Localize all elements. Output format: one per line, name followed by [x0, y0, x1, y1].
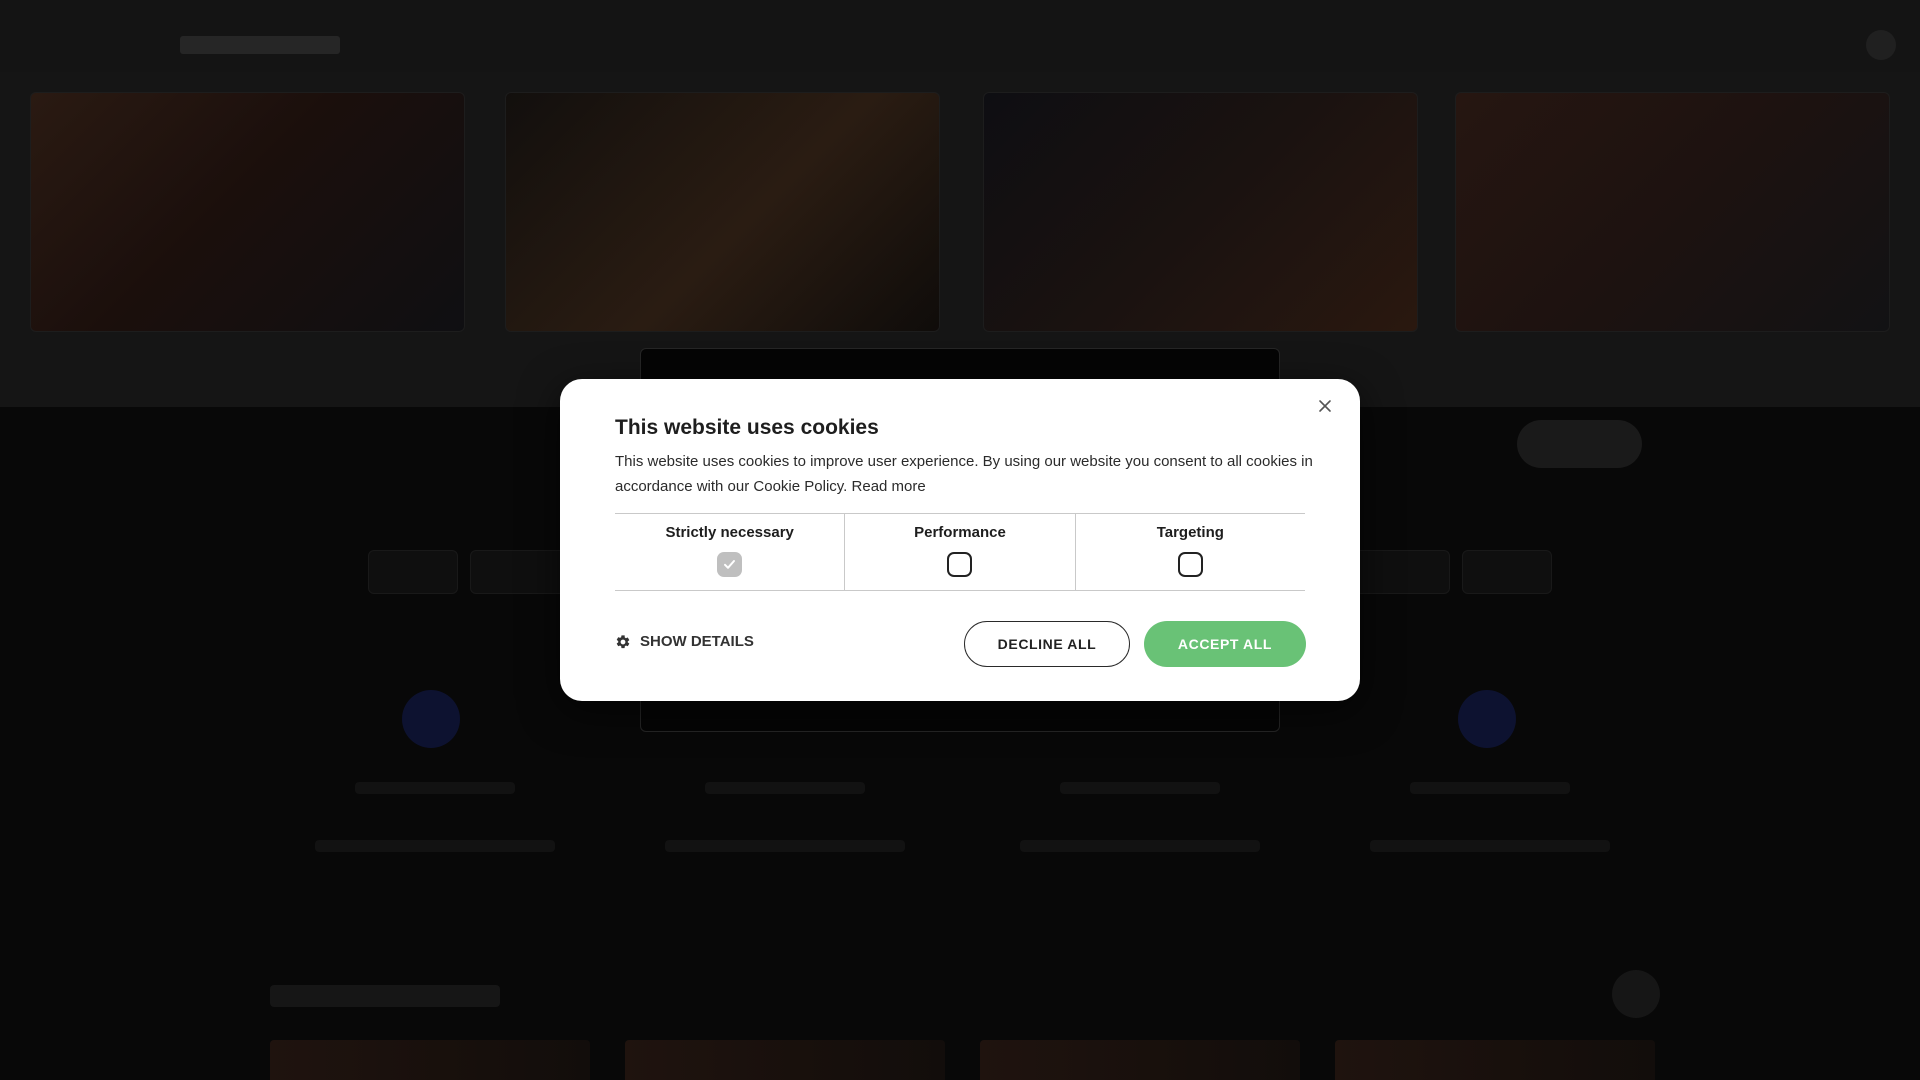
show-details-label: SHOW DETAILS: [640, 633, 754, 650]
dialog-title: This website uses cookies: [615, 416, 879, 439]
content-card: [980, 1040, 1300, 1080]
section-title: [270, 985, 500, 1007]
menu-button: [1866, 30, 1896, 60]
feature-title: [705, 782, 865, 794]
feature-text: [315, 840, 555, 852]
category-label: Strictly necessary: [665, 524, 794, 541]
site-logo: [180, 36, 340, 54]
content-card: [1335, 1040, 1655, 1080]
dialog-description: This website uses cookies to improve use…: [615, 449, 1315, 499]
gear-icon: [616, 634, 630, 648]
strictly-necessary-checkbox: [717, 552, 743, 577]
category-label: Targeting: [1156, 524, 1224, 541]
background-cta: [1517, 420, 1642, 468]
hero-tile: [983, 92, 1418, 332]
feature-icon: [402, 690, 460, 748]
carousel-button: [1612, 970, 1660, 1018]
feature-text: [1370, 840, 1610, 852]
filter-pill: [1462, 550, 1552, 594]
close-button[interactable]: [1314, 395, 1336, 417]
hero-tile: [505, 92, 940, 332]
filter-pill: [368, 550, 458, 594]
dialog-body-text: This website uses cookies to improve use…: [615, 453, 1313, 495]
content-card: [270, 1040, 590, 1080]
targeting-checkbox[interactable]: [1177, 552, 1203, 577]
cookie-categories: Strictly necessary Performance Targeting: [615, 513, 1305, 591]
read-more-link[interactable]: Read more: [852, 478, 926, 495]
feature-title: [1410, 782, 1570, 794]
hero-tile: [30, 92, 465, 332]
show-details-button[interactable]: SHOW DETAILS: [615, 633, 754, 650]
category-performance: Performance: [844, 514, 1074, 590]
feature-text: [665, 840, 905, 852]
feature-icon: [1458, 690, 1516, 748]
decline-all-button[interactable]: DECLINE ALL: [964, 621, 1130, 667]
close-icon: [1319, 400, 1331, 412]
feature-text: [1020, 840, 1260, 852]
content-card: [625, 1040, 945, 1080]
check-icon: [724, 560, 736, 569]
accept-all-button[interactable]: ACCEPT ALL: [1144, 621, 1306, 667]
hero-tile: [1455, 92, 1890, 332]
category-targeting: Targeting: [1074, 514, 1305, 590]
feature-title: [355, 782, 515, 794]
category-strictly-necessary: Strictly necessary: [615, 514, 844, 590]
cookie-consent-dialog: This website uses cookies This website u…: [560, 379, 1360, 701]
feature-title: [1060, 782, 1220, 794]
performance-checkbox[interactable]: [947, 552, 973, 577]
category-label: Performance: [914, 524, 1006, 541]
